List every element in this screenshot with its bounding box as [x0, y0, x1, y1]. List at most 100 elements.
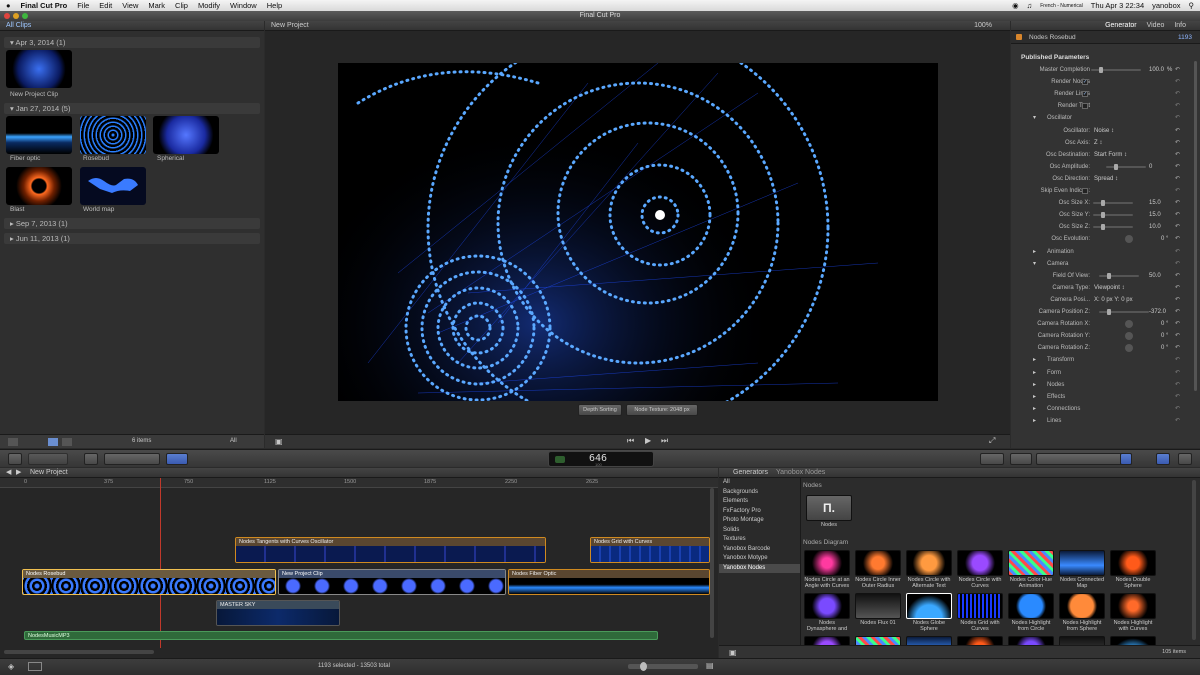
node-texture-select[interactable]: Node Texture: 2048 px — [626, 404, 698, 416]
menu-file[interactable]: File — [77, 1, 89, 10]
reset-icon[interactable]: ↶ — [1175, 246, 1180, 258]
reset-icon[interactable]: ↶ — [1175, 209, 1180, 221]
generator-item[interactable]: Nodes Connected Map — [1059, 550, 1105, 589]
parameter-value[interactable]: 50.0 — [1149, 270, 1161, 282]
rotation-dial[interactable] — [1125, 320, 1133, 329]
reset-icon[interactable]: ↶ — [1175, 161, 1180, 173]
generator-item[interactable]: Nodes Circle at an Angle with Curves — [804, 550, 850, 589]
edit-buttons[interactable] — [104, 453, 160, 465]
group-sep-7-2013[interactable]: ▸ Sep 7, 2013 (1) — [4, 218, 260, 229]
reset-icon[interactable]: ↶ — [1175, 258, 1180, 270]
clip-nodes-tangents[interactable]: Nodes Tangents with Curves Oscillator — [235, 537, 546, 563]
slider-knob[interactable] — [1101, 200, 1105, 207]
parameter-row[interactable]: ▸ Nodes ↶ — [1011, 379, 1200, 391]
fullscreen-icon[interactable]: ⤢ — [989, 436, 995, 446]
generator-nodes[interactable]: П. Nodes — [806, 495, 852, 528]
category-item[interactable]: Yanobox Barcode — [719, 545, 800, 555]
parameter-value[interactable]: Noise ↕ — [1094, 125, 1114, 137]
timeline-hscrollbar[interactable] — [4, 650, 154, 654]
parameter-value[interactable]: -372.0 — [1149, 306, 1166, 318]
reset-icon[interactable]: ↶ — [1175, 137, 1180, 149]
depth-sorting-button[interactable]: Depth Sorting — [578, 404, 622, 416]
generator-item[interactable]: Nodes Circle Inner Outer Radius — [855, 550, 901, 589]
parameter-slider[interactable] — [1099, 309, 1149, 315]
disclosure-icon[interactable]: ▸ — [1033, 354, 1036, 366]
clip-master-sky[interactable]: MASTER SKY — [216, 600, 340, 626]
clip-thumbnail[interactable] — [80, 116, 146, 154]
generator-item[interactable]: Nodes Circle with Alternate Text — [906, 550, 952, 589]
reset-icon[interactable]: ↶ — [1175, 415, 1180, 427]
reset-icon[interactable]: ↶ — [1175, 306, 1180, 318]
disclosure-icon[interactable]: ▸ — [1033, 246, 1036, 258]
reset-icon[interactable]: ↶ — [1175, 330, 1180, 342]
parameter-slider[interactable] — [1106, 163, 1146, 170]
generator-item[interactable] — [1110, 636, 1156, 645]
volume-icon[interactable]: ♫ — [1027, 1, 1033, 10]
generators-browser-button[interactable] — [1120, 453, 1132, 465]
generator-item[interactable]: Nodes Grid with Curves — [957, 593, 1003, 632]
wifi-icon[interactable]: ◉ — [1012, 1, 1019, 10]
parameter-row[interactable]: ▸ Animation ↶ — [1011, 246, 1200, 258]
event-library-icon[interactable] — [8, 438, 18, 446]
clip-nodes-rosebud[interactable]: Nodes Rosebud — [22, 569, 276, 595]
parameter-checkbox[interactable]: ✓ — [1082, 79, 1088, 86]
generator-item[interactable]: Nodes Highlight from Sphere — [1059, 593, 1105, 632]
category-item[interactable]: FxFactory Pro — [719, 507, 800, 517]
inspector-toggle-button[interactable] — [1156, 453, 1170, 465]
menu-edit[interactable]: Edit — [99, 1, 112, 10]
reset-icon[interactable]: ↶ — [1175, 294, 1180, 306]
disclosure-icon[interactable]: ▾ — [1033, 112, 1036, 124]
parameter-checkbox[interactable] — [1082, 103, 1088, 110]
rotation-dial[interactable] — [1125, 235, 1133, 244]
reset-icon[interactable]: ↶ — [1175, 125, 1180, 137]
tab-generator[interactable]: Generator — [1105, 22, 1137, 29]
menu-modify[interactable]: Modify — [198, 1, 220, 10]
parameter-slider[interactable] — [1093, 224, 1133, 231]
tools-button[interactable] — [980, 453, 1004, 465]
tab-info[interactable]: Info — [1174, 22, 1186, 29]
reset-icon[interactable]: ↶ — [1175, 149, 1180, 161]
disclosure-icon[interactable]: ▸ — [1033, 415, 1036, 427]
input-source[interactable]: French - Numerical — [1040, 3, 1083, 9]
themes-button[interactable] — [1178, 453, 1192, 465]
clip-thumbnail[interactable] — [6, 50, 72, 88]
back-icon[interactable]: ◀ — [6, 468, 11, 478]
group-jan-27-2014[interactable]: ▾ Jan 27, 2014 (5) — [4, 103, 260, 114]
reset-icon[interactable]: ↶ — [1175, 379, 1180, 391]
disclosure-icon[interactable]: ▸ — [1033, 367, 1036, 379]
reset-icon[interactable]: ↶ — [1175, 403, 1180, 415]
category-item[interactable]: Elements — [719, 497, 800, 507]
reset-icon[interactable]: ↶ — [1175, 112, 1180, 124]
parameter-checkbox[interactable] — [1082, 188, 1088, 194]
reset-icon[interactable]: ↶ — [1175, 76, 1180, 88]
timeline-scrollbar[interactable] — [710, 488, 714, 638]
previous-frame-icon[interactable]: ⏮ — [627, 436, 634, 446]
library-toggle-icon[interactable]: ▣ — [729, 648, 737, 657]
disclosure-icon[interactable]: ▸ — [1033, 391, 1036, 403]
playhead[interactable] — [160, 478, 161, 648]
parameter-value[interactable]: 0 — [1149, 161, 1152, 173]
rotation-dial[interactable] — [1125, 332, 1133, 341]
parameter-row[interactable]: ▾ Oscillator ↶ — [1011, 112, 1200, 124]
generator-item[interactable] — [906, 636, 952, 645]
disclosure-icon[interactable]: ▸ — [1033, 379, 1036, 391]
generator-item[interactable]: Nodes Circle with Curves — [957, 550, 1003, 589]
parameter-value[interactable]: X: 0 px Y: 0 px — [1094, 294, 1133, 306]
generator-item[interactable]: Nodes Flux 01 — [855, 593, 901, 626]
slider-knob[interactable] — [1101, 224, 1105, 231]
group-jun-11-2013[interactable]: ▸ Jun 11, 2013 (1) — [4, 233, 260, 244]
reset-icon[interactable]: ↶ — [1175, 64, 1180, 76]
reset-icon[interactable]: ↶ — [1175, 282, 1180, 294]
parameter-value[interactable]: Spread ↕ — [1094, 173, 1118, 185]
generator-item[interactable] — [957, 636, 1003, 645]
list-view-icon[interactable] — [62, 438, 72, 446]
audio-skimming-icon[interactable] — [28, 662, 42, 671]
menu-app[interactable]: Final Cut Pro — [21, 1, 68, 10]
category-item[interactable]: Yanobox Motype — [719, 554, 800, 564]
parameter-row[interactable]: ▾ Camera ↶ — [1011, 258, 1200, 270]
generator-item[interactable]: Nodes Double Sphere — [1110, 550, 1156, 589]
menu-clip[interactable]: Clip — [175, 1, 188, 10]
reset-icon[interactable]: ↶ — [1175, 100, 1180, 112]
category-item[interactable]: Yanobox Nodes — [719, 563, 800, 573]
rotation-dial[interactable] — [1125, 344, 1133, 353]
